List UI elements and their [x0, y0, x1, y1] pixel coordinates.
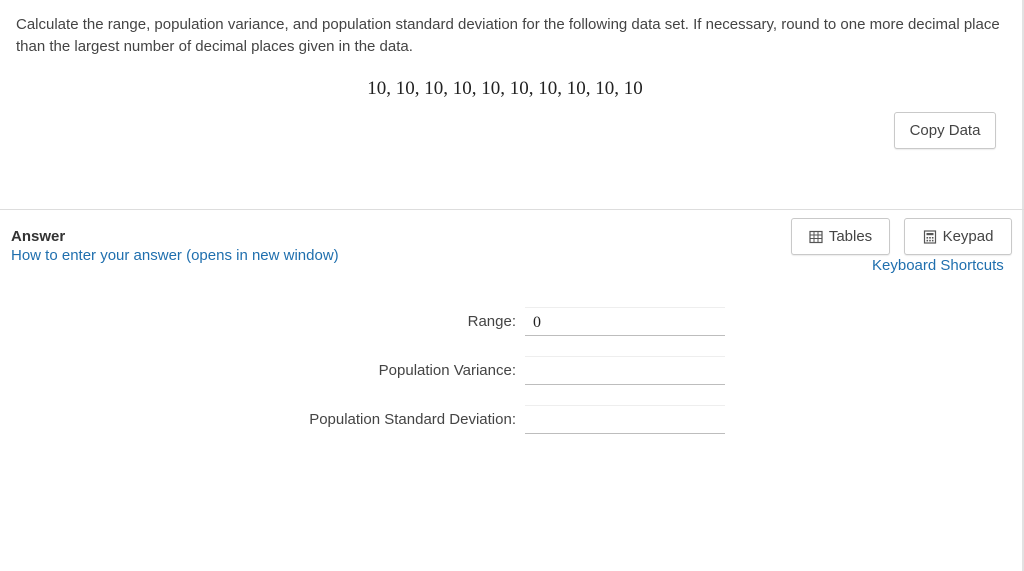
tables-label: Tables	[828, 228, 873, 245]
keyboard-shortcuts-link[interactable]: Keyboard Shortcuts	[872, 257, 1004, 274]
copy-data-button[interactable]: Copy Data	[894, 112, 996, 149]
data-set: 10, 10, 10, 10, 10, 10, 10, 10, 10, 10	[367, 78, 643, 99]
answer-heading: Answer	[11, 228, 66, 245]
population-variance-input[interactable]	[525, 356, 725, 385]
population-variance-label: Population Variance:	[378, 362, 516, 379]
keypad-label: Keypad	[942, 228, 994, 245]
section-divider	[0, 209, 1024, 210]
keypad-button[interactable]: Keypad	[904, 218, 1012, 255]
range-label: Range:	[467, 313, 516, 330]
copy-data-label: Copy Data	[909, 122, 981, 139]
calculator-icon	[923, 229, 936, 244]
grid-icon	[809, 230, 823, 243]
population-stddev-input[interactable]	[525, 405, 725, 434]
range-input[interactable]	[525, 307, 725, 336]
tables-button[interactable]: Tables	[791, 218, 890, 255]
population-stddev-label: Population Standard Deviation:	[309, 411, 516, 428]
question-prompt: Calculate the range, population variance…	[16, 16, 1000, 55]
how-to-enter-answer-link[interactable]: How to enter your answer (opens in new w…	[11, 247, 339, 264]
